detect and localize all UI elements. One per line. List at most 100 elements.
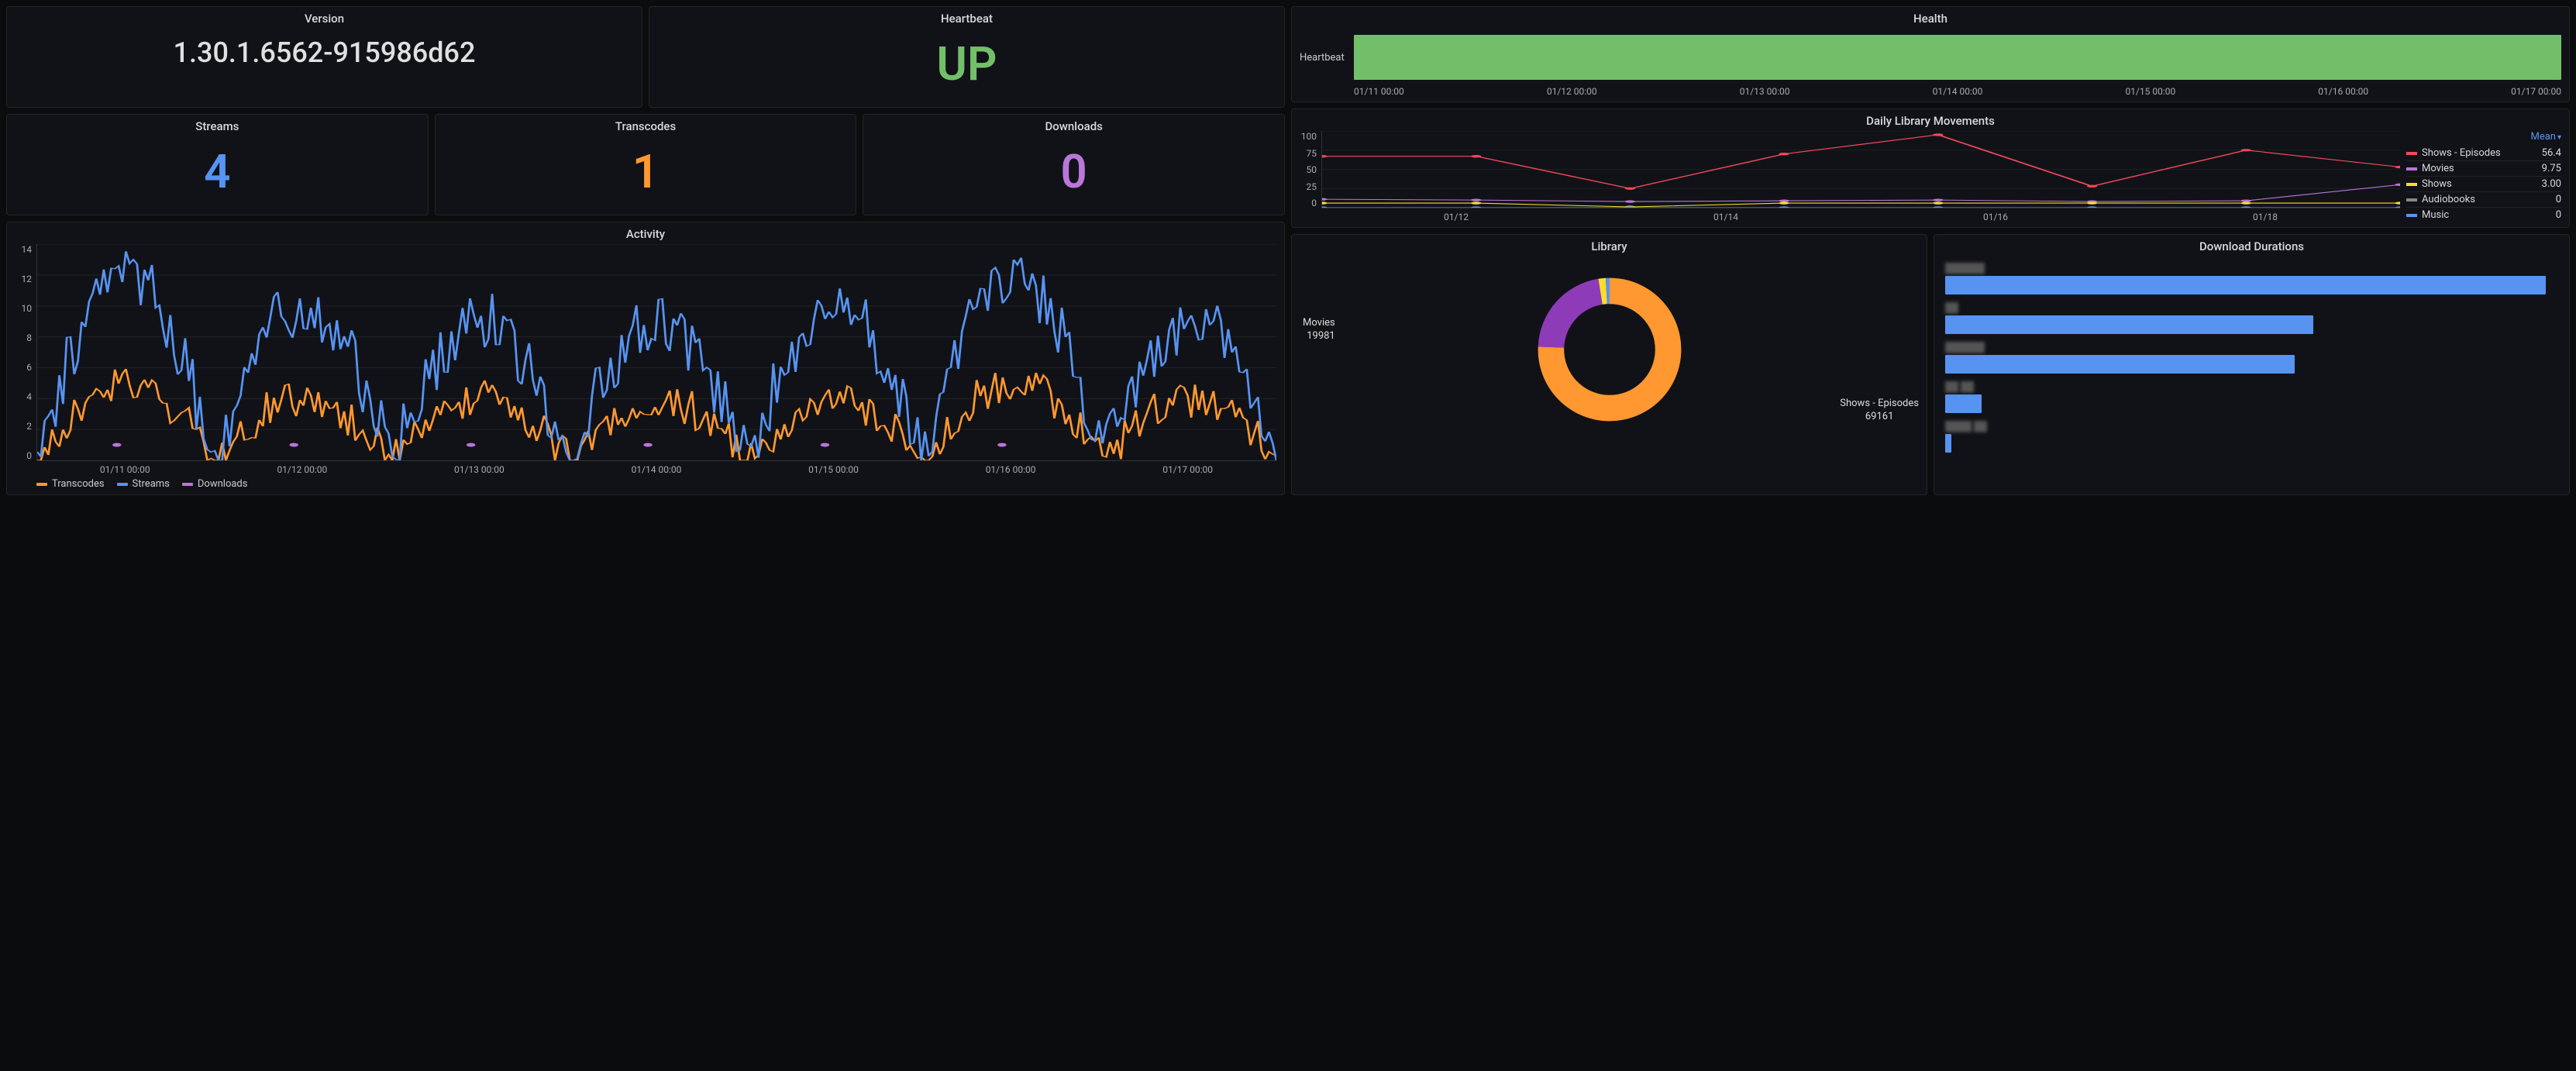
legend-item[interactable]: Streams: [117, 478, 170, 490]
donut-label-movies: Movies19981: [1303, 317, 1335, 343]
legend-swatch: [2406, 167, 2417, 170]
legend-label: Shows - Episodes: [2422, 147, 2501, 159]
movements-y-axis: 1007550250: [1300, 131, 1321, 208]
legend-value: 3.00: [2542, 178, 2561, 190]
panel-title: Heartbeat: [657, 12, 1276, 26]
panel-title: Version: [15, 12, 634, 26]
dl-bar-row: ██████: [1945, 263, 2558, 294]
x-tick: 01/17 00:00: [2511, 86, 2561, 97]
legend-item[interactable]: Movies 9.75: [2406, 160, 2561, 176]
legend-value: 0: [2556, 194, 2561, 205]
dl-bar[interactable]: [1945, 394, 1982, 413]
dl-bar-row: ██████: [1945, 342, 2558, 374]
x-tick: 01/12 00:00: [277, 464, 327, 475]
x-tick: 01/13 00:00: [1740, 86, 1790, 97]
donut-slice[interactable]: [1538, 279, 1602, 348]
legend-label: Audiobooks: [2422, 194, 2475, 205]
legend-label: Music: [2422, 209, 2449, 221]
panel-title: Activity: [15, 227, 1276, 241]
dl-bar-label: ██████: [1945, 263, 2558, 274]
x-tick: 01/14: [1713, 212, 1738, 222]
legend-item[interactable]: Downloads: [182, 478, 248, 490]
activity-y-axis: 14121086420: [15, 244, 36, 461]
legend-value: 9.75: [2542, 163, 2561, 174]
dl-bar[interactable]: [1945, 276, 2546, 294]
legend-swatch: [117, 483, 128, 486]
dl-bar-label: ██ ██: [1945, 381, 2558, 392]
panel-movements: Daily Library Movements 1007550250 01/12…: [1291, 108, 2570, 228]
x-tick: 01/14 00:00: [632, 464, 682, 475]
legend-value: 0: [2556, 209, 2561, 221]
y-tick: 6: [15, 362, 32, 373]
legend-label: Downloads: [198, 478, 248, 490]
dl-bar[interactable]: [1945, 315, 2313, 334]
dl-bar-label: ██████: [1945, 342, 2558, 353]
legend-item[interactable]: Shows 3.00: [2406, 176, 2561, 191]
panel-title: Health: [1300, 12, 2561, 26]
legend-swatch: [2406, 152, 2417, 155]
legend-value: 56.4: [2542, 147, 2561, 159]
dl-bar[interactable]: [1945, 434, 1951, 453]
y-tick: 25: [1300, 181, 1317, 192]
panel-transcodes: Transcodes 1: [435, 114, 857, 215]
y-tick: 14: [15, 244, 32, 255]
legend-item[interactable]: Transcodes: [36, 478, 105, 490]
legend-item[interactable]: Music 0: [2406, 207, 2561, 222]
health-row-label: Heartbeat: [1300, 35, 1354, 80]
streams-value: 4: [15, 136, 420, 210]
health-bar[interactable]: [1354, 35, 2561, 80]
x-tick: 01/14 00:00: [1933, 86, 1983, 97]
legend-swatch: [182, 483, 193, 486]
panel-title: Daily Library Movements: [1300, 114, 2561, 128]
x-tick: 01/11 00:00: [100, 464, 150, 475]
dl-bar-row: ██ ██: [1945, 381, 2558, 413]
activity-legend: Transcodes Streams Downloads: [36, 475, 1276, 490]
dl-bar-row: ████ ██: [1945, 421, 2558, 453]
panel-title: Transcodes: [443, 119, 849, 133]
legend-label: Streams: [133, 478, 170, 490]
panel-downloads: Downloads 0: [863, 114, 1285, 215]
panel-heartbeat: Heartbeat UP: [649, 6, 1285, 108]
panel-title: Downloads: [871, 119, 1276, 133]
y-tick: 2: [15, 421, 32, 432]
heartbeat-value: UP: [657, 29, 1276, 102]
panel-title: Streams: [15, 119, 420, 133]
activity-plot[interactable]: [36, 244, 1276, 461]
x-tick: 01/18: [2253, 212, 2278, 222]
legend-swatch: [2406, 198, 2417, 201]
y-tick: 10: [15, 303, 32, 314]
movements-x-axis: 01/12 01/14 01/16 01/18: [1321, 208, 2400, 222]
y-tick: 0: [1300, 198, 1317, 208]
panel-streams: Streams 4: [6, 114, 429, 215]
legend-label: Transcodes: [52, 478, 105, 490]
dl-bar-row: ██: [1945, 302, 2558, 334]
legend-item[interactable]: Audiobooks 0: [2406, 191, 2561, 207]
transcodes-value: 1: [443, 136, 849, 210]
legend-label: Movies: [2422, 163, 2454, 174]
x-tick: 01/16 00:00: [986, 464, 1036, 475]
y-tick: 12: [15, 274, 32, 284]
x-tick: 01/12: [1444, 212, 1469, 222]
legend-swatch: [2406, 183, 2417, 186]
library-donut[interactable]: Movies19981 Shows - Episodes69161: [1300, 257, 1919, 443]
legend-item[interactable]: Shows - Episodes 56.4: [2406, 146, 2561, 160]
movements-plot-area[interactable]: [1321, 131, 2400, 208]
version-value: 1.30.1.6562-915986d62: [15, 29, 634, 80]
health-x-ticks: 01/11 00:00 01/12 00:00 01/13 00:00 01/14 0…: [1354, 83, 2561, 97]
panel-activity: Activity 14121086420 01/11 00:0001/12 00…: [6, 222, 1285, 495]
x-tick: 01/11 00:00: [1354, 86, 1404, 97]
x-tick: 01/16: [1983, 212, 2008, 222]
chevron-down-icon: ▾: [2557, 133, 2561, 142]
movements-agg-dropdown[interactable]: Mean▾: [2406, 131, 2561, 143]
dl-bar-label: ████ ██: [1945, 421, 2558, 432]
x-tick: 01/12 00:00: [1547, 86, 1597, 97]
panel-library: Library Movies19981 Shows - Episodes6916…: [1291, 234, 1927, 495]
legend-label: Shows: [2422, 178, 2452, 190]
activity-x-axis: 01/11 00:0001/12 00:0001/13 00:0001/14 0…: [36, 461, 1276, 475]
dl-bar[interactable]: [1945, 355, 2295, 374]
panel-version: Version 1.30.1.6562-915986d62: [6, 6, 642, 108]
x-tick: 01/15 00:00: [2125, 86, 2175, 97]
download-durations-bars[interactable]: ████████████████ ██████ ██: [1942, 257, 2561, 459]
y-tick: 50: [1300, 164, 1317, 175]
panel-title: Library: [1300, 239, 1919, 253]
